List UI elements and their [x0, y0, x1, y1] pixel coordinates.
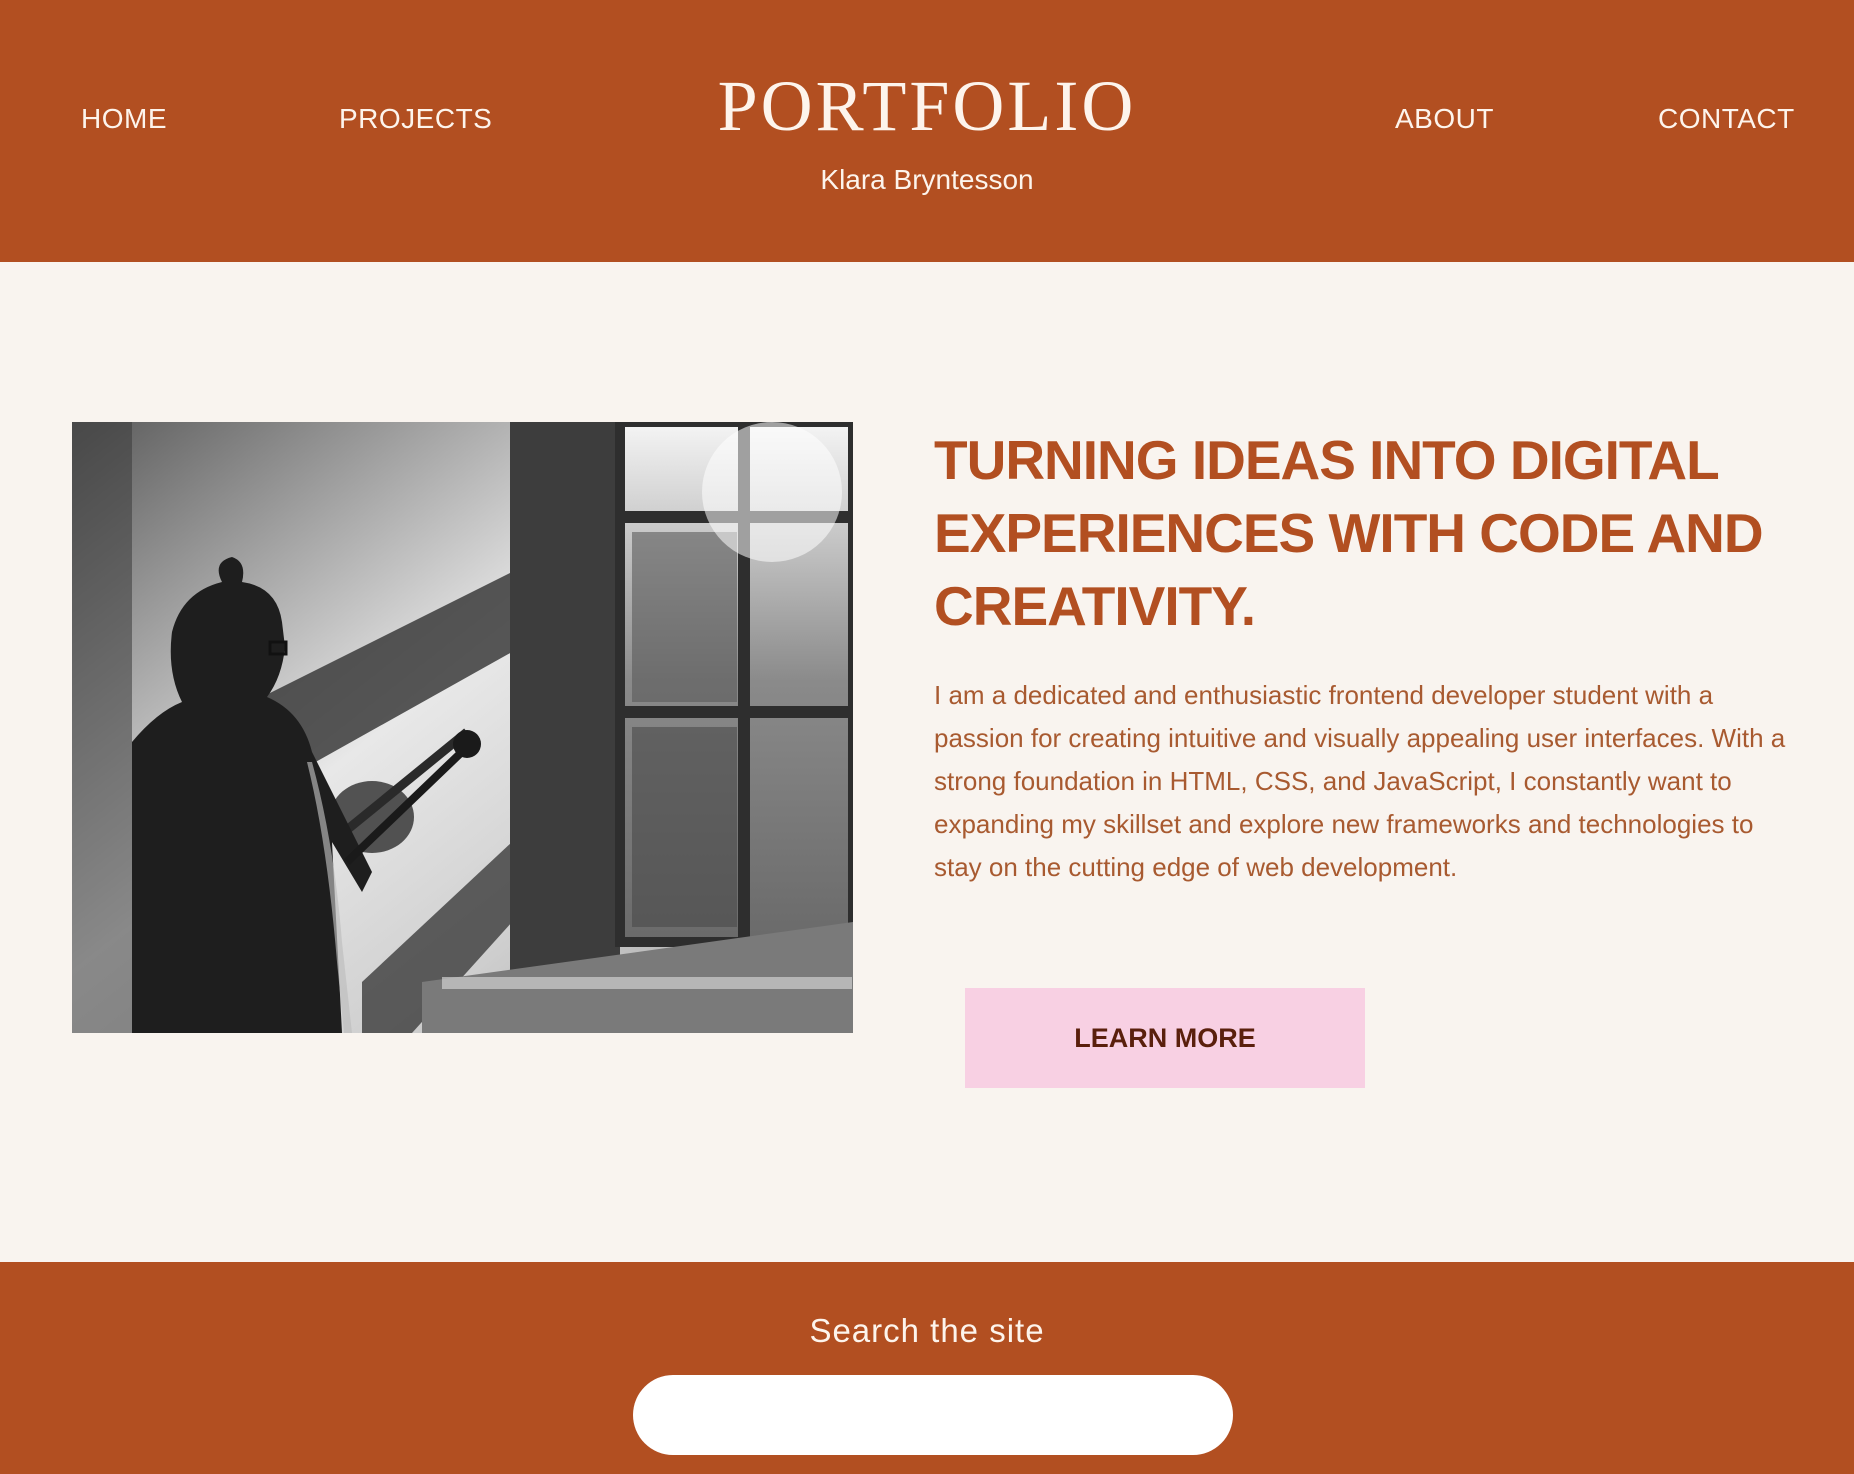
hero-heading: TURNING IDEAS INTO DIGITAL EXPERIENCES W… [934, 429, 1764, 637]
learn-more-button[interactable]: LEARN MORE [965, 988, 1365, 1088]
search-input[interactable] [633, 1375, 1233, 1455]
hero-description: I am a dedicated and enthusiastic fronte… [934, 680, 1786, 882]
site-owner-name: Klara Bryntesson [820, 164, 1034, 195]
site-footer: Search the site [0, 1262, 1854, 1474]
portrait-photo-image [72, 422, 853, 1033]
nav-about-link[interactable]: ABOUT [1395, 102, 1494, 136]
portrait-photo [72, 422, 853, 1033]
nav-contact-link[interactable]: CONTACT [1658, 102, 1795, 136]
search-label: Search the site [809, 1312, 1045, 1349]
site-header: HOME PROJECTS PORTFOLIO Klara Bryntesson… [0, 0, 1854, 262]
site-title: PORTFOLIO [717, 66, 1137, 146]
